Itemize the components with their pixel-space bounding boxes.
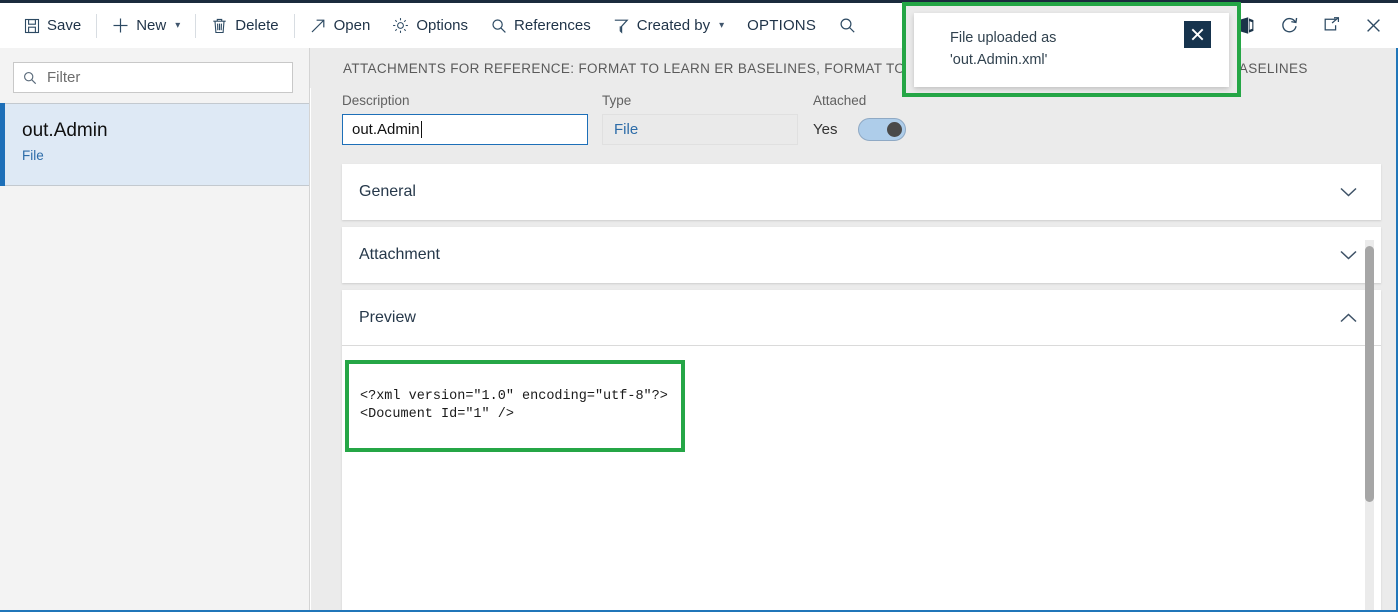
delete-button[interactable]: Delete bbox=[200, 9, 289, 43]
vertical-scrollbar[interactable] bbox=[1365, 240, 1374, 612]
section-general-title: General bbox=[359, 183, 416, 201]
description-label: Description bbox=[342, 93, 588, 108]
section-attachment-header[interactable]: Attachment bbox=[342, 227, 1381, 283]
chevron-up-icon[interactable] bbox=[1339, 312, 1358, 324]
references-label: References bbox=[514, 17, 591, 34]
attached-row: Yes bbox=[813, 114, 906, 145]
created-by-label: Created by bbox=[637, 17, 710, 34]
list-item[interactable]: out.Admin File bbox=[5, 103, 309, 186]
type-input[interactable]: File bbox=[602, 114, 798, 145]
options-button[interactable]: Options bbox=[381, 9, 479, 43]
filter-placeholder: Filter bbox=[47, 69, 80, 86]
list-item-title: out.Admin bbox=[22, 120, 309, 143]
references-button[interactable]: References bbox=[479, 9, 602, 43]
attached-label: Attached bbox=[813, 93, 906, 108]
accordion-sections: General Attachment bbox=[342, 164, 1381, 610]
attached-field-group: Attached Yes bbox=[813, 93, 906, 145]
close-icon[interactable] bbox=[1184, 21, 1211, 48]
close-icon[interactable] bbox=[1354, 8, 1392, 42]
section-preview-header[interactable]: Preview bbox=[342, 290, 1381, 346]
toolbar-divider bbox=[96, 14, 97, 38]
upload-toast: File uploaded as 'out.Admin.xml' bbox=[914, 13, 1229, 87]
toolbar-divider bbox=[294, 14, 295, 38]
save-icon bbox=[23, 17, 40, 34]
popout-window-icon[interactable] bbox=[1312, 8, 1350, 42]
application-window: Save New ▾ bbox=[0, 0, 1398, 612]
new-label: New bbox=[136, 17, 166, 34]
scrollbar-thumb[interactable] bbox=[1365, 246, 1374, 502]
save-label: Save bbox=[47, 17, 81, 34]
toggle-knob bbox=[887, 122, 902, 137]
delete-label: Delete bbox=[235, 17, 278, 34]
chevron-down-icon[interactable] bbox=[1339, 249, 1358, 261]
section-general: General bbox=[342, 164, 1381, 220]
section-attachment-title: Attachment bbox=[359, 246, 440, 264]
toolbar-divider bbox=[195, 14, 196, 38]
search-icon bbox=[23, 71, 37, 85]
window-controls bbox=[1228, 8, 1392, 42]
list-item-subtitle: File bbox=[22, 148, 309, 163]
description-value: out.Admin bbox=[352, 121, 420, 138]
description-input[interactable]: out.Admin bbox=[342, 114, 588, 145]
plus-icon bbox=[112, 17, 129, 34]
section-preview: Preview <?xml version="1.0" encoding="ut… bbox=[342, 290, 1381, 610]
section-preview-body: <?xml version="1.0" encoding="utf-8"?> <… bbox=[342, 346, 1381, 610]
created-by-button[interactable]: Created by ▾ bbox=[602, 9, 735, 43]
open-button[interactable]: Open bbox=[299, 9, 382, 43]
open-arrow-icon bbox=[310, 17, 327, 34]
section-preview-title: Preview bbox=[359, 309, 416, 327]
options-menu-button[interactable]: OPTIONS bbox=[735, 17, 828, 34]
chevron-down-icon[interactable]: ▾ bbox=[719, 21, 724, 31]
chevron-down-icon[interactable]: ▾ bbox=[175, 21, 180, 31]
xml-preview-content: <?xml version="1.0" encoding="utf-8"?> <… bbox=[360, 388, 668, 424]
attachments-sidebar: Filter out.Admin File bbox=[0, 48, 310, 610]
new-button[interactable]: New ▾ bbox=[101, 9, 191, 43]
section-general-header[interactable]: General bbox=[342, 164, 1381, 220]
filter-input[interactable]: Filter bbox=[13, 62, 293, 93]
section-attachment: Attachment bbox=[342, 227, 1381, 283]
search-icon bbox=[490, 17, 507, 34]
open-label: Open bbox=[334, 17, 371, 34]
trash-icon bbox=[211, 17, 228, 34]
save-button[interactable]: Save bbox=[12, 9, 92, 43]
type-label: Type bbox=[602, 93, 798, 108]
description-field-group: Description out.Admin bbox=[342, 93, 588, 145]
chevron-down-icon[interactable] bbox=[1339, 186, 1358, 198]
gear-icon bbox=[392, 17, 409, 34]
text-caret bbox=[421, 121, 422, 138]
main-content: Description out.Admin Type File Attached… bbox=[311, 88, 1398, 610]
refresh-icon[interactable] bbox=[1270, 8, 1308, 42]
search-button[interactable] bbox=[828, 9, 867, 43]
filter-container: Filter bbox=[0, 48, 309, 103]
type-field-group: Type File bbox=[602, 93, 798, 145]
search-icon bbox=[839, 17, 856, 34]
attached-value: Yes bbox=[813, 121, 837, 138]
attached-toggle[interactable] bbox=[858, 118, 906, 141]
type-value: File bbox=[614, 121, 638, 138]
xml-preview-annotation: <?xml version="1.0" encoding="utf-8"?> <… bbox=[345, 360, 685, 452]
filter-icon bbox=[613, 17, 630, 34]
options-label: Options bbox=[416, 17, 468, 34]
